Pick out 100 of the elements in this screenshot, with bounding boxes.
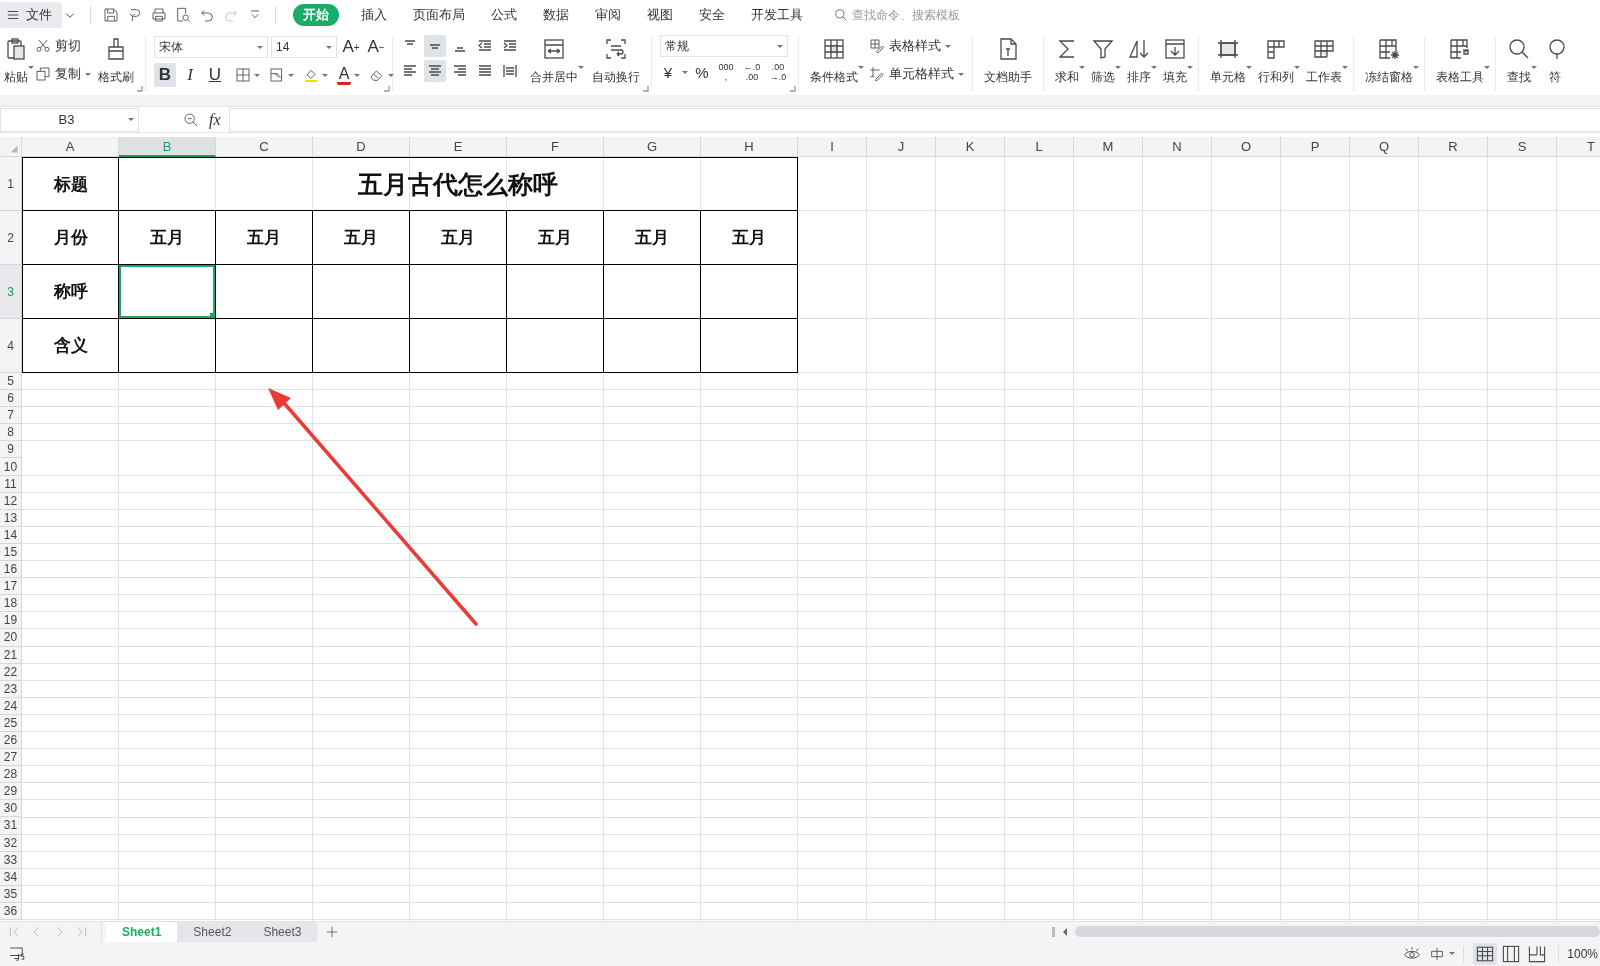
preview-icon[interactable] (175, 7, 191, 23)
row-header[interactable]: 20 (0, 629, 22, 647)
save-icon[interactable] (103, 7, 119, 23)
table-tools-button[interactable]: 表格工具 (1431, 33, 1489, 91)
function-button[interactable]: fx (209, 110, 221, 129)
cell-style-button[interactable]: 单元格样式 (867, 63, 966, 85)
row-header[interactable]: 8 (0, 424, 22, 442)
bold-button[interactable]: B (154, 63, 176, 87)
italic-button[interactable]: I (179, 63, 201, 87)
screen-icon[interactable] (8, 944, 26, 963)
column-header[interactable]: O (1212, 137, 1281, 157)
rows-columns-button[interactable]: 行和列 (1253, 33, 1299, 91)
currency-button[interactable]: ¥ (660, 60, 676, 84)
remove-decimal-button[interactable]: .00 →.0 (768, 60, 788, 84)
column-header[interactable]: J (867, 137, 936, 157)
row-header[interactable]: 28 (0, 766, 22, 784)
cell-button[interactable]: 单元格 (1205, 33, 1251, 91)
print-icon[interactable] (151, 7, 167, 23)
menu-tab[interactable]: 审阅 (591, 4, 625, 26)
menu-tab[interactable]: 开发工具 (747, 4, 807, 26)
menu-tab[interactable]: 页面布局 (409, 4, 469, 26)
row-header[interactable]: 19 (0, 612, 22, 630)
table-cell[interactable] (507, 265, 604, 319)
wrap-text-button[interactable]: 自动换行 (587, 33, 645, 91)
menu-tab[interactable]: 安全 (695, 4, 729, 26)
table-cell[interactable] (604, 265, 701, 319)
table-cell[interactable] (507, 319, 604, 373)
table-style-button[interactable]: 表格样式 (867, 35, 966, 57)
row-header[interactable]: 4 (0, 319, 22, 373)
border-icon[interactable] (235, 67, 251, 83)
zoom-icon[interactable] (183, 111, 199, 128)
column-header[interactable]: H (701, 137, 798, 157)
table-cell[interactable]: 五月 (507, 211, 604, 265)
row-header[interactable]: 2 (0, 211, 22, 265)
column-header[interactable]: F (507, 137, 604, 157)
table-cell[interactable] (410, 319, 507, 373)
normal-view-icon[interactable] (1473, 942, 1498, 965)
table-cell[interactable] (313, 319, 410, 373)
column-header[interactable]: S (1488, 137, 1557, 157)
row-header[interactable]: 7 (0, 407, 22, 425)
merge-center-button[interactable]: 合并居中 (525, 33, 583, 91)
sum-button[interactable]: 求和 (1050, 33, 1084, 91)
eraser-icon[interactable] (369, 67, 385, 83)
column-header[interactable]: N (1143, 137, 1212, 157)
column-header[interactable]: A (22, 137, 119, 157)
column-header[interactable]: T (1557, 137, 1600, 157)
table-cell[interactable] (701, 265, 798, 319)
selected-cell[interactable] (119, 265, 216, 319)
conditional-format-button[interactable]: 条件格式 (805, 33, 863, 91)
table-cell[interactable] (410, 265, 507, 319)
formula-field[interactable] (228, 107, 1600, 132)
menu-tab[interactable]: 插入 (357, 4, 391, 26)
row-header[interactable]: 17 (0, 578, 22, 596)
file-menu-button[interactable]: 文件 (0, 2, 62, 28)
column-header[interactable]: D (313, 137, 410, 157)
fill-color-icon[interactable] (303, 67, 319, 83)
fill-button[interactable]: 填充 (1158, 33, 1192, 91)
row-header[interactable]: 6 (0, 390, 22, 408)
row-header[interactable]: 5 (0, 373, 22, 391)
thousands-button[interactable]: 000 , (716, 60, 736, 84)
row-header[interactable]: 27 (0, 749, 22, 767)
export-icon[interactable] (127, 7, 143, 23)
row-header[interactable]: 1 (0, 157, 22, 211)
worksheet-button[interactable]: 工作表 (1301, 33, 1347, 91)
add-decimal-button[interactable]: ←.0 .00 (742, 60, 762, 84)
font-size-field[interactable]: 14 (271, 36, 337, 58)
column-header[interactable]: R (1419, 137, 1488, 157)
table-cell[interactable]: 五月 (216, 211, 313, 265)
number-format-field[interactable]: 常规 (660, 35, 788, 57)
column-header[interactable]: P (1281, 137, 1350, 157)
table-cell[interactable] (216, 265, 313, 319)
row-header[interactable]: 29 (0, 783, 22, 801)
search-field[interactable]: 查找命令、搜索模板 (850, 7, 990, 23)
row-header[interactable]: 10 (0, 458, 22, 476)
filter-button[interactable]: 筛选 (1086, 33, 1120, 91)
align-middle-icon[interactable] (424, 35, 446, 57)
sheet-tab[interactable]: Sheet3 (247, 921, 318, 942)
column-header[interactable]: Q (1350, 137, 1419, 157)
table-cell[interactable] (216, 319, 313, 373)
column-header[interactable]: C (216, 137, 313, 157)
column-header[interactable]: E (410, 137, 507, 157)
align-center-icon[interactable] (424, 60, 446, 82)
table-cell[interactable]: 五月 (410, 211, 507, 265)
row-header[interactable]: 16 (0, 561, 22, 579)
format-painter-button[interactable]: 格式刷 (93, 33, 139, 91)
row-header[interactable]: 9 (0, 441, 22, 459)
table-cell[interactable] (604, 319, 701, 373)
row-header[interactable]: 30 (0, 800, 22, 818)
menu-tab[interactable]: 数据 (539, 4, 573, 26)
column-header[interactable]: K (936, 137, 1005, 157)
menu-tab[interactable]: 视图 (643, 4, 677, 26)
cell-shading-icon[interactable] (269, 67, 285, 83)
column-header[interactable]: M (1074, 137, 1143, 157)
table-cell[interactable] (701, 319, 798, 373)
row-header[interactable]: 18 (0, 595, 22, 613)
font-color-button[interactable]: A (337, 65, 351, 85)
table-cell[interactable] (119, 319, 216, 373)
table-cell[interactable]: 五月 (119, 211, 216, 265)
table-cell[interactable]: 五月 (313, 211, 410, 265)
column-header[interactable]: G (604, 137, 701, 157)
